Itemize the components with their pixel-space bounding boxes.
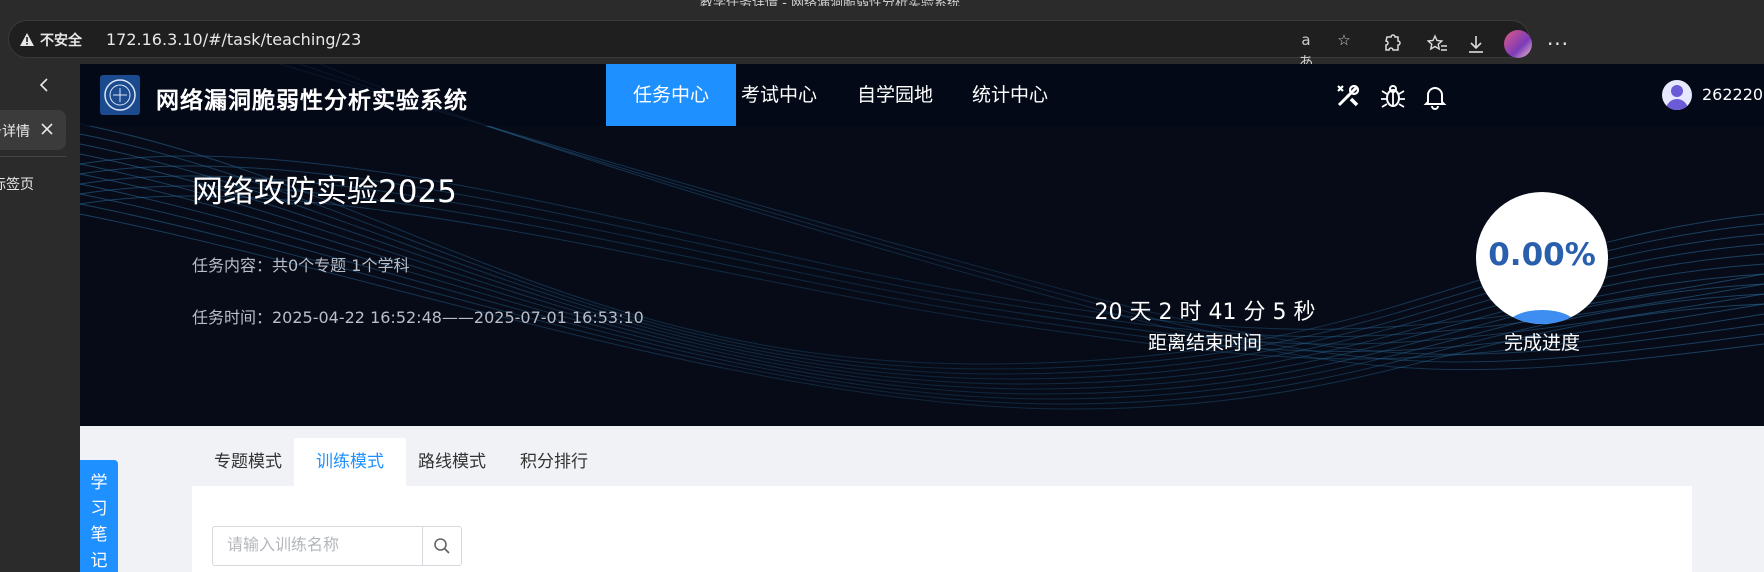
notes-char: 记 [90, 551, 108, 571]
favorites-list-icon[interactable] [1424, 30, 1452, 58]
vertical-tab-new-tab[interactable]: 新标签页 [0, 174, 34, 194]
nav-statistics-center[interactable]: 统计中心 [945, 64, 1075, 126]
progress-circle: 0.00% [1476, 192, 1608, 324]
page: 网络漏洞脆弱性分析实验系统 任务中心 考试中心 自学园地 统计中心 262220… [80, 64, 1764, 572]
tab-route-mode[interactable]: 路线模式 [396, 438, 508, 486]
bug-icon[interactable] [1378, 81, 1408, 111]
training-search [212, 526, 462, 566]
system-title: 网络漏洞脆弱性分析实验系统 [156, 88, 468, 114]
task-title: 网络攻防实验2025 [192, 174, 457, 210]
countdown-value: 20 天 2 时 41 分 5 秒 [1094, 300, 1316, 325]
more-menu-button[interactable]: ··· [1544, 30, 1572, 58]
browser-toolbar: 不安全 172.16.3.10/#/task/teaching/23 aあ ☆ … [0, 6, 1764, 71]
warning-icon [20, 33, 34, 46]
url-text[interactable]: 172.16.3.10/#/task/teaching/23 [106, 30, 361, 49]
tools-icon[interactable] [1333, 81, 1363, 111]
favorite-star-icon[interactable]: ☆ [1333, 29, 1355, 51]
bell-icon[interactable] [1420, 81, 1450, 111]
close-icon[interactable] [38, 120, 56, 138]
tab-topic-mode[interactable]: 专题模式 [192, 438, 304, 486]
username[interactable]: 2622200 [1702, 85, 1764, 104]
search-icon [434, 538, 450, 554]
system-logo [100, 75, 140, 115]
task-hero-banner: 网络漏洞脆弱性分析实验系统 任务中心 考试中心 自学园地 统计中心 262220… [80, 64, 1764, 426]
search-input[interactable] [213, 527, 423, 565]
security-indicator[interactable]: 不安全 [19, 30, 82, 50]
address-bar[interactable]: 不安全 172.16.3.10/#/task/teaching/23 aあ ☆ [8, 20, 1530, 71]
user-avatar[interactable] [1662, 80, 1692, 110]
task-content-line: 任务内容：共0个专题 1个学科 [192, 256, 410, 275]
nav-self-study[interactable]: 自学园地 [830, 64, 960, 126]
vertical-tab-label: 任务详情 [0, 124, 30, 140]
progress-fill [1508, 310, 1576, 324]
notes-char: 笔 [90, 525, 108, 545]
countdown-label: 距离结束时间 [1147, 332, 1262, 354]
profile-avatar[interactable] [1504, 30, 1532, 58]
progress-value: 0.00% [1488, 237, 1596, 273]
study-notes-label: 学 习 笔 记 [80, 470, 118, 572]
tab-score-ranking[interactable]: 积分排行 [498, 438, 610, 486]
tab-training-mode[interactable]: 训练模式 [294, 438, 406, 486]
read-aloud-icon[interactable]: aあ [1295, 29, 1317, 71]
task-time-line: 任务时间：2025-04-22 16:52:48——2025-07-01 16:… [192, 308, 644, 327]
notes-char: 习 [90, 499, 108, 519]
nav-exam-center[interactable]: 考试中心 [714, 64, 844, 126]
collapse-chevron-icon[interactable] [36, 76, 54, 94]
download-icon[interactable] [1462, 30, 1490, 58]
top-navigation-bar: 网络漏洞脆弱性分析实验系统 任务中心 考试中心 自学园地 统计中心 262220… [80, 64, 1764, 126]
user-icon [1666, 85, 1688, 110]
training-list-panel [192, 486, 1692, 572]
progress-label: 完成进度 [1503, 332, 1580, 354]
notes-char: 学 [90, 473, 108, 493]
search-button[interactable] [422, 527, 461, 565]
divider [0, 156, 66, 157]
extensions-icon[interactable] [1378, 30, 1406, 58]
vertical-tabs-panel: 任务详情 新标签页 [0, 64, 80, 572]
study-notes-tab[interactable]: 学 习 笔 记 [80, 460, 118, 572]
vertical-tab-task-detail[interactable]: 任务详情 [0, 110, 66, 150]
emblem-icon [104, 79, 136, 111]
security-label: 不安全 [40, 33, 82, 49]
